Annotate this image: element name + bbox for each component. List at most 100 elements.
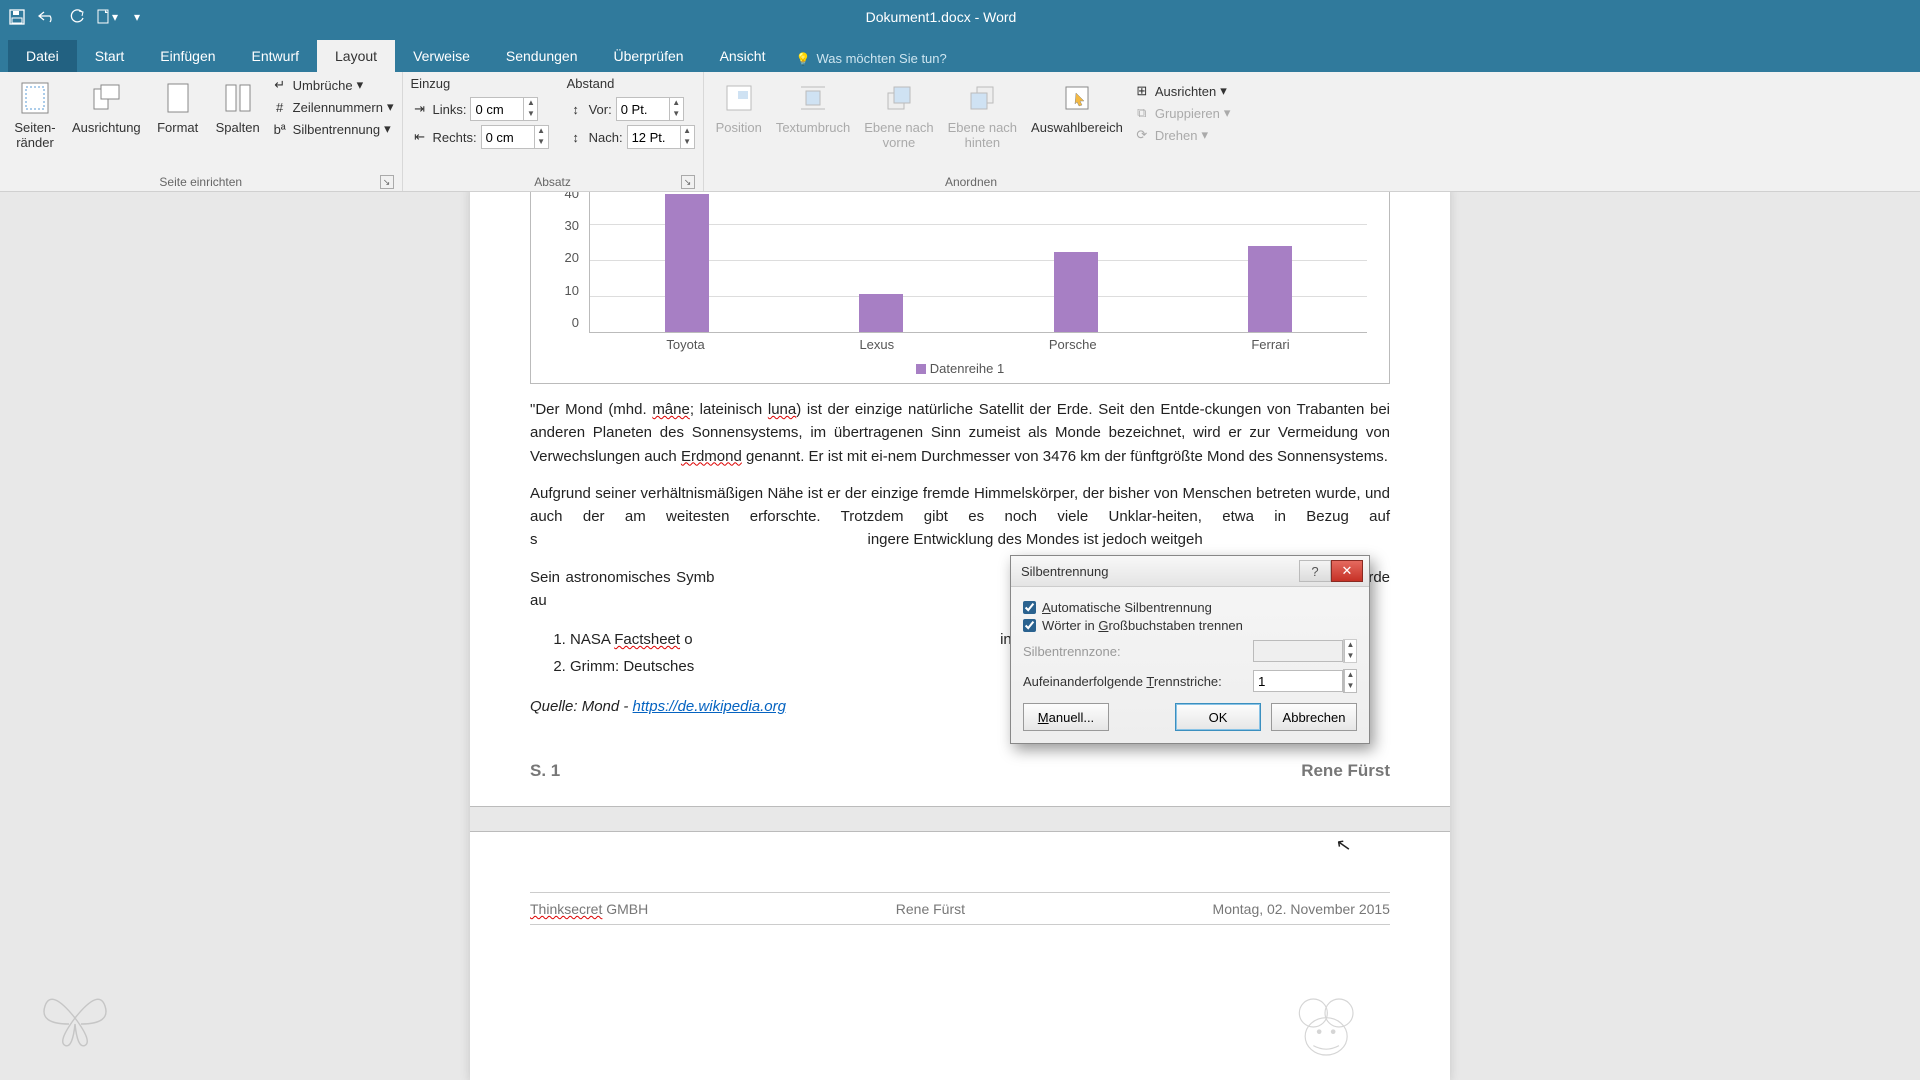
selection-pane-button[interactable]: Auswahlbereich [1027, 76, 1127, 139]
line-numbers-icon: # [271, 98, 289, 116]
indent-right-icon: ⇤ [411, 128, 429, 146]
chart-xticks: Toyota Lexus Porsche Ferrari [589, 335, 1367, 355]
spin-down-icon[interactable]: ▼ [523, 109, 537, 120]
zone-row: Silbentrennzone: ▲▼ [1023, 639, 1357, 663]
tab-references[interactable]: Verweise [395, 40, 488, 72]
tab-start[interactable]: Start [77, 40, 143, 72]
tell-me-input[interactable] [816, 51, 1036, 66]
indent-title: Einzug [411, 76, 549, 93]
spin-down-icon[interactable]: ▼ [1344, 681, 1356, 692]
page-footer: S. 1 Rene Fürst [530, 758, 1390, 784]
dialog-titlebar[interactable]: Silbentrennung ? ✕ [1011, 556, 1369, 587]
align-button[interactable]: ⊞Ausrichten ▾ [1133, 82, 1231, 100]
margins-label: Seiten- ränder [14, 120, 55, 150]
help-icon: ? [1311, 564, 1318, 579]
dialog-title: Silbentrennung [1021, 564, 1108, 579]
page-setup-launcher[interactable]: ↘ [380, 175, 394, 189]
decorative-butterfly-icon [36, 988, 114, 1048]
group-paragraph-label: Absatz [534, 175, 571, 189]
space-after-icon: ↕ [567, 128, 585, 146]
paragraph-2[interactable]: Aufgrund seiner verhältnismäßigen Nähe i… [530, 482, 1390, 552]
wikipedia-link[interactable]: https://de.wikipedia.org [633, 698, 786, 715]
legend-swatch-icon [916, 364, 926, 374]
bring-forward-button: Ebene nach vorne [860, 76, 937, 154]
qat-more-icon[interactable]: ▾ [126, 6, 148, 28]
align-icon: ⊞ [1133, 82, 1151, 100]
spin-up-icon[interactable]: ▲ [1344, 670, 1356, 681]
close-button[interactable]: ✕ [1331, 560, 1363, 582]
orientation-button[interactable]: Ausrichtung [68, 76, 145, 139]
selection-icon [1059, 80, 1095, 116]
save-pdf-icon[interactable]: ▾ [96, 6, 118, 28]
group-arrange: Position Textumbruch Ebene nach vorne Eb… [704, 72, 1239, 191]
space-after-input[interactable]: ▲▼ [627, 125, 695, 149]
size-label: Format [157, 120, 198, 135]
page-number: S. 1 [530, 758, 560, 784]
tab-view[interactable]: Ansicht [702, 40, 784, 72]
page-separator [470, 806, 1450, 832]
quick-access-toolbar: ▾ ▾ [6, 6, 148, 28]
chart-plot [589, 192, 1367, 333]
wrap-icon [795, 80, 831, 116]
tab-insert[interactable]: Einfügen [142, 40, 233, 72]
hyphenation-button[interactable]: bªSilbentrennung ▾ [271, 120, 394, 138]
rotate-button: ⟳Drehen ▾ [1133, 126, 1231, 144]
position-button: Position [712, 76, 766, 139]
hyphenation-dialog: Silbentrennung ? ✕ AAutomatische Silbent… [1010, 555, 1370, 744]
ribbon: Seiten- ränder Ausrichtung Format Spalte… [0, 72, 1920, 192]
line-numbers-button[interactable]: #Zeilennummern ▾ [271, 98, 394, 116]
tab-layout[interactable]: Layout [317, 40, 395, 72]
ribbon-tabs: Datei Start Einfügen Entwurf Layout Verw… [0, 34, 1920, 72]
squiggle-word: mâne [652, 401, 690, 418]
margins-button[interactable]: Seiten- ränder [8, 76, 62, 154]
decorative-mouse-icon [1290, 992, 1360, 1062]
space-before-icon: ↕ [567, 100, 585, 118]
save-icon[interactable] [6, 6, 28, 28]
spin-up-icon[interactable]: ▲ [523, 98, 537, 109]
tab-review[interactable]: Überprüfen [596, 40, 702, 72]
auto-hyphen-checkbox[interactable]: AAutomatische Silbentrennungutomatische … [1023, 600, 1357, 615]
group-arrange-label: Anordnen [945, 175, 997, 189]
redo-icon[interactable] [66, 6, 88, 28]
paragraph-launcher[interactable]: ↘ [681, 175, 695, 189]
indent-left-input[interactable]: ▲▼ [470, 97, 538, 121]
tell-me[interactable]: 💡 [783, 45, 1048, 72]
size-button[interactable]: Format [151, 76, 205, 139]
chart-bar [1248, 246, 1292, 332]
space-before-input[interactable]: ▲▼ [616, 97, 684, 121]
columns-label: Spalten [216, 120, 260, 135]
tab-file[interactable]: Datei [8, 40, 77, 72]
indent-right-input[interactable]: ▲▼ [481, 125, 549, 149]
breaks-button[interactable]: ↵Umbrüche ▾ [271, 76, 394, 94]
caps-checkbox[interactable]: Wörter in Großbuchstaben trennen [1023, 618, 1357, 633]
consecutive-input[interactable] [1253, 670, 1343, 692]
squiggle-word: Erdmond [681, 448, 742, 465]
manual-button[interactable]: Manuell... [1023, 703, 1109, 731]
tab-mailings[interactable]: Sendungen [488, 40, 596, 72]
group-page-setup-label: Seite einrichten [159, 175, 242, 189]
chart-bar [859, 294, 903, 332]
indent-left-icon: ⇥ [411, 100, 429, 118]
cancel-button[interactable]: Abbrechen [1271, 703, 1357, 731]
rotate-icon: ⟳ [1133, 126, 1151, 144]
chart-yticks: 40 30 20 10 0 [551, 192, 579, 333]
forward-icon [881, 80, 917, 116]
page-header: Thinksecret GMBH Rene Fürst Montag, 02. … [530, 892, 1390, 921]
window-title: Dokument1.docx - Word [148, 9, 1734, 25]
squiggle-word: luna [768, 401, 796, 418]
zone-input [1253, 640, 1343, 662]
group-icon: ⧉ [1133, 104, 1151, 122]
wrap-button: Textumbruch [772, 76, 854, 139]
undo-icon[interactable] [36, 6, 58, 28]
paragraph-1[interactable]: "Der Mond (mhd. mâne; lateinisch luna) i… [530, 398, 1390, 468]
hyphenation-icon: bª [271, 120, 289, 138]
chart[interactable]: 40 30 20 10 0 Toyota Lexus Porsche Ferra… [530, 192, 1390, 384]
footer-author: Rene Fürst [1301, 758, 1390, 784]
columns-button[interactable]: Spalten [211, 76, 265, 139]
tab-design[interactable]: Entwurf [234, 40, 317, 72]
document-area[interactable]: 40 30 20 10 0 Toyota Lexus Porsche Ferra… [0, 192, 1920, 1080]
help-button[interactable]: ? [1299, 560, 1331, 582]
ok-button[interactable]: OK [1175, 703, 1261, 731]
group-page-setup: Seiten- ränder Ausrichtung Format Spalte… [0, 72, 403, 191]
titlebar: ▾ ▾ Dokument1.docx - Word [0, 0, 1920, 34]
